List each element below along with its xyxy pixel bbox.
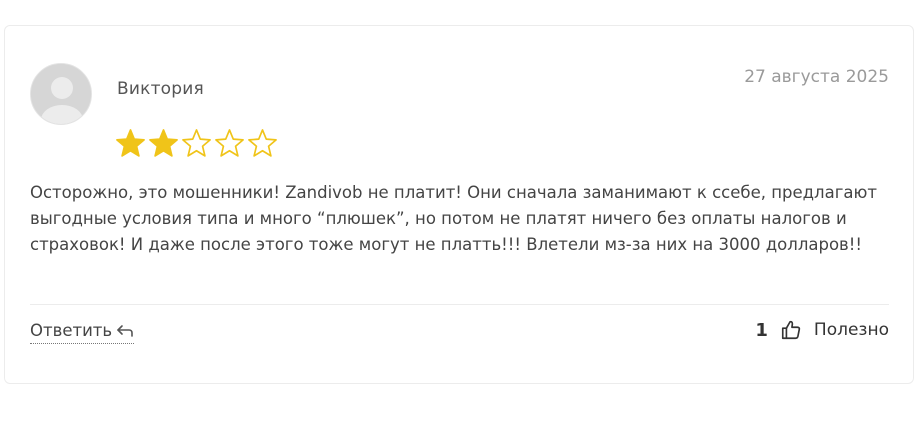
thumbs-up-icon[interactable] xyxy=(780,319,802,341)
reply-arrow-icon xyxy=(117,324,133,337)
divider xyxy=(30,304,889,305)
star-outline-icon xyxy=(182,129,211,157)
helpful-count: 1 xyxy=(755,319,768,341)
star-filled-icon xyxy=(149,129,178,157)
reply-button[interactable]: Ответить xyxy=(30,321,135,344)
reply-label: Ответить xyxy=(30,321,113,340)
star-outline-icon xyxy=(248,129,277,157)
helpful-button[interactable]: Полезно xyxy=(814,320,889,340)
user-placeholder-icon xyxy=(30,63,92,125)
review-card: Виктория 27 августа 2025 Осторожно, это … xyxy=(4,25,914,384)
review-author: Виктория xyxy=(117,79,204,99)
review-text: Осторожно, это мошенники! Zandivob не пл… xyxy=(30,183,877,254)
star-filled-icon xyxy=(116,129,145,157)
helpful-block: 1 Полезно xyxy=(755,319,889,341)
review-date: 27 августа 2025 xyxy=(744,67,889,87)
rating-stars xyxy=(115,128,278,159)
star-outline-icon xyxy=(215,129,244,157)
